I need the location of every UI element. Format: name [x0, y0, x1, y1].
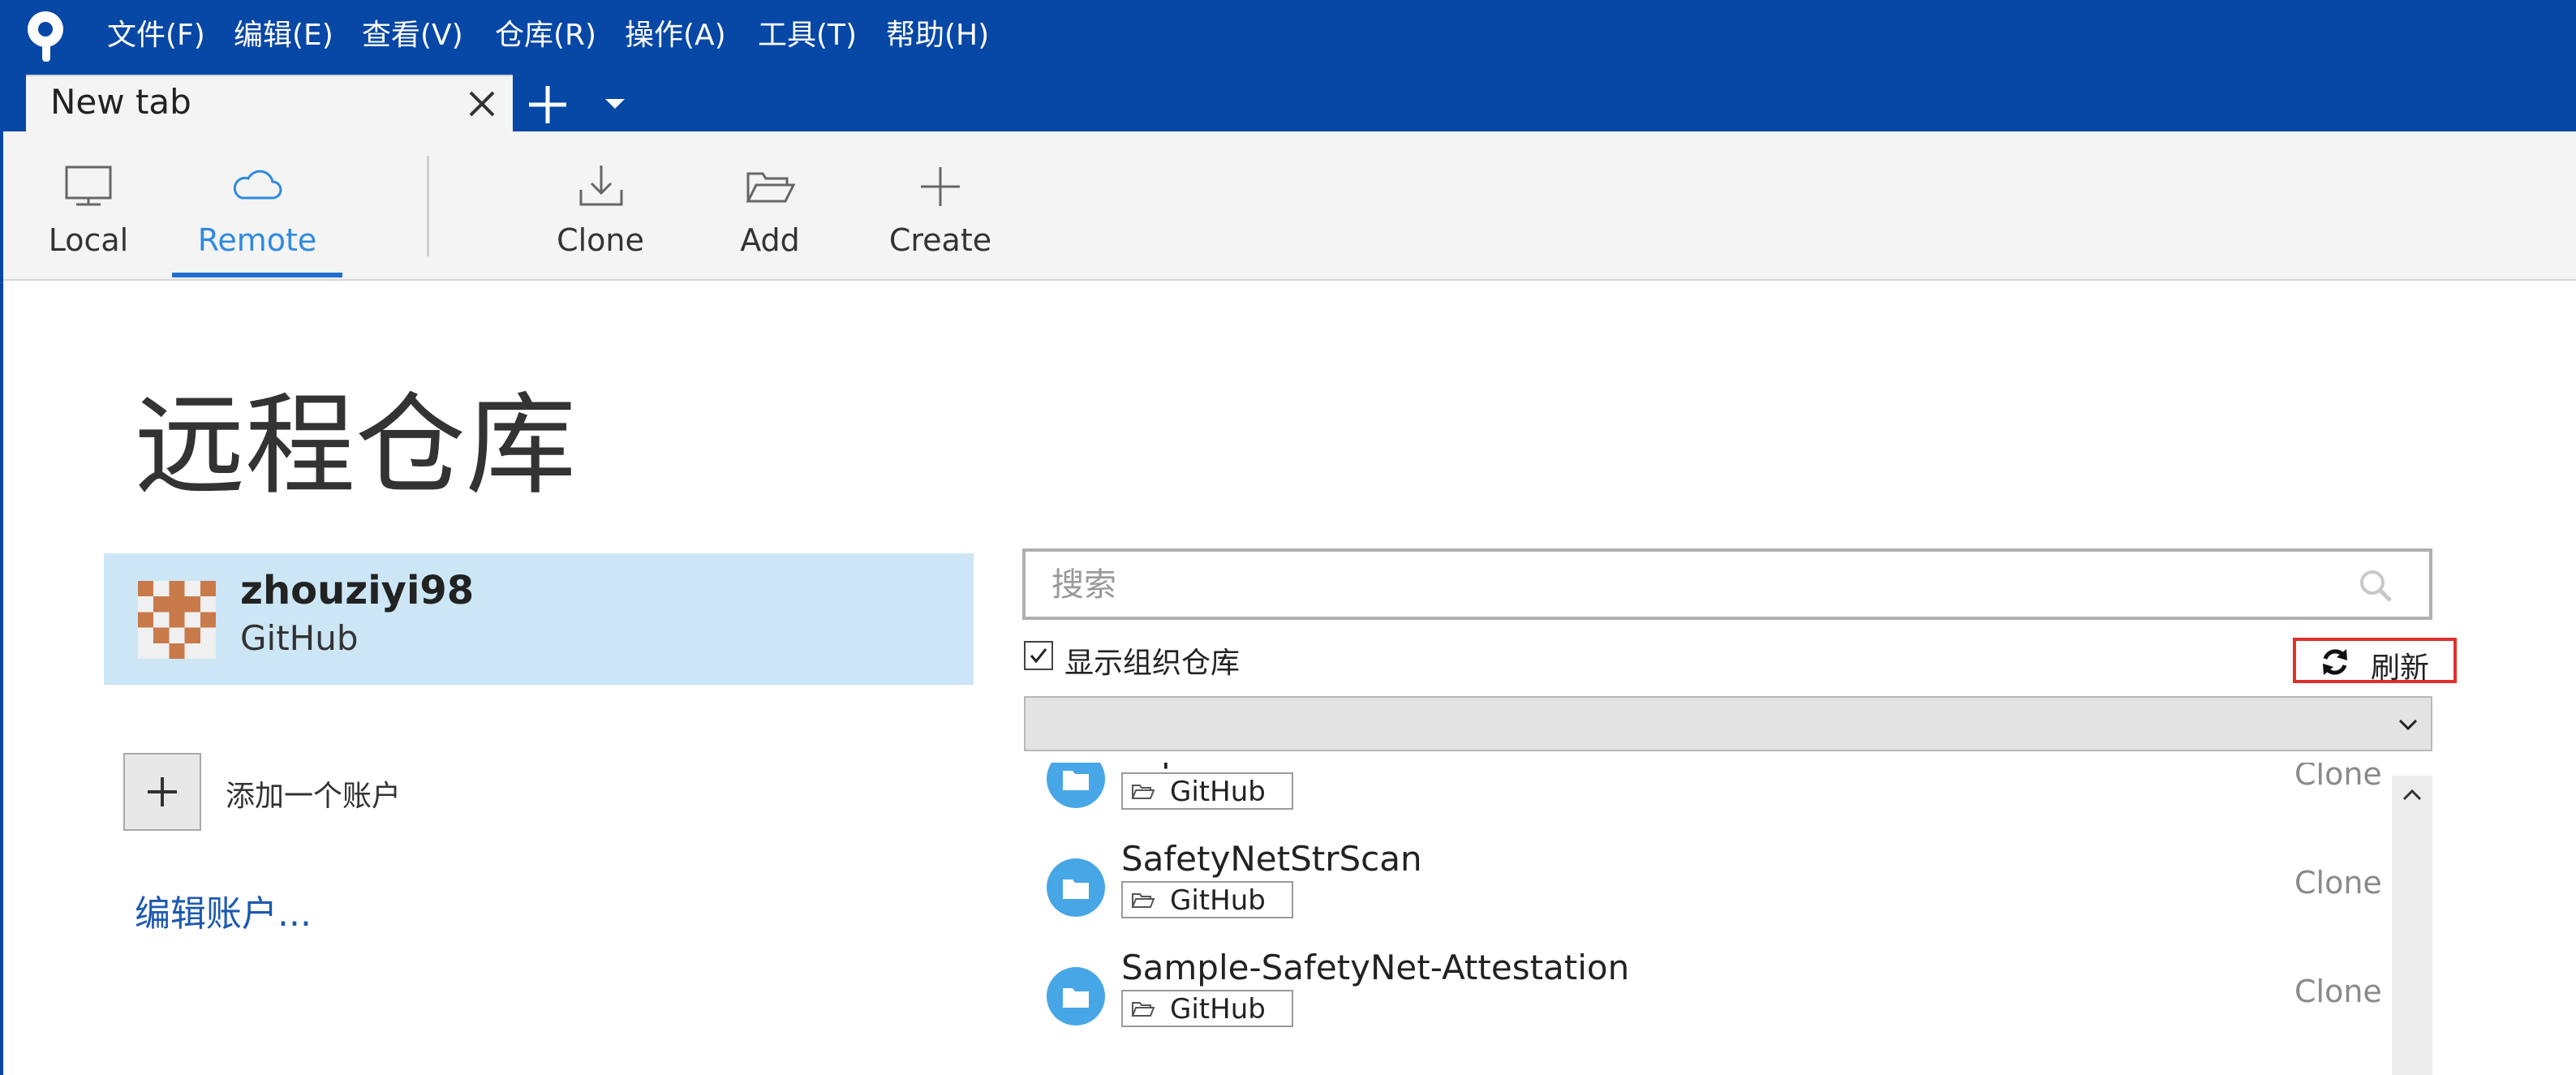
repo-host-badge: GitHub — [1121, 772, 1293, 810]
remote-label: Remote — [197, 222, 317, 258]
refresh-label: 刷新 — [2371, 651, 2430, 685]
page-title: 远程仓库 — [135, 382, 576, 510]
menu-view[interactable]: 查看(V) — [362, 15, 463, 57]
local-label: Local — [48, 222, 129, 258]
folder-icon — [1131, 785, 1155, 799]
repo-host-label: GitHub — [1170, 776, 1266, 808]
add-label: Add — [740, 222, 800, 258]
add-button[interactable]: Add — [717, 131, 823, 279]
add-account-button[interactable] — [123, 753, 201, 831]
list-item[interactable]: SafetyNetStrScan GitHub Clone — [1024, 831, 2387, 940]
toolbar: Local Remote Clone Add Create — [3, 131, 2576, 281]
menu-edit[interactable]: 编辑(E) — [234, 15, 333, 57]
account-card[interactable]: zhouziyi98 GitHub — [104, 553, 974, 685]
search-input[interactable] — [1050, 557, 2319, 613]
clone-label: Clone — [557, 222, 644, 258]
toolbar-separator — [427, 156, 429, 256]
monitor-icon — [65, 166, 112, 206]
plus-icon[interactable] — [524, 81, 571, 128]
repo-name: SafetyNetStrScan — [1121, 839, 1422, 879]
list-item[interactable]: PaperNotes GitHub Clone — [1024, 763, 2387, 831]
title-bar: 文件(F) 编辑(E) 查看(V) 仓库(R) 操作(A) 工具(T) 帮助(H… — [0, 0, 2576, 131]
menu-repository[interactable]: 仓库(R) — [495, 15, 596, 57]
repo-name: PaperNotes — [1121, 763, 1316, 770]
repo-folder-icon — [1047, 763, 1105, 808]
refresh-icon — [2323, 649, 2347, 675]
show-org-label[interactable]: 显示组织仓库 — [1064, 639, 1240, 682]
list-item[interactable]: Sample-SafetyNet-Attestation GitHub Clon… — [1024, 940, 2387, 1048]
repository-list: PaperNotes GitHub Clone SafetyNetStrScan… — [1024, 763, 2432, 1075]
refresh-button[interactable]: 刷新 — [2293, 638, 2457, 685]
repo-name: Sample-SafetyNet-Attestation — [1121, 948, 1630, 987]
chevron-down-icon — [2398, 719, 2418, 731]
folder-icon — [1131, 893, 1155, 908]
chevron-up-icon[interactable] — [2402, 787, 2423, 803]
search-box — [1022, 548, 2432, 620]
menu-help[interactable]: 帮助(H) — [886, 15, 989, 57]
create-label: Create — [888, 222, 992, 258]
repo-host-badge: GitHub — [1121, 990, 1293, 1027]
download-icon — [579, 166, 623, 206]
edit-accounts-link[interactable]: 编辑账户... — [135, 884, 312, 936]
repo-clone-button[interactable]: Clone — [2294, 974, 2382, 1009]
tab-title: New tab — [50, 82, 191, 122]
local-button[interactable]: Local — [36, 131, 141, 279]
checkmark-icon — [1030, 648, 1047, 664]
scrollbar[interactable] — [2392, 776, 2432, 1075]
avatar — [138, 581, 216, 659]
selected-indicator — [172, 273, 342, 277]
menu-file[interactable]: 文件(F) — [107, 15, 205, 57]
repo-host-label: GitHub — [1170, 993, 1266, 1026]
show-org-checkbox[interactable] — [1024, 641, 1053, 670]
cloud-icon — [233, 170, 282, 200]
menu-actions[interactable]: 操作(A) — [625, 15, 726, 57]
repo-clone-button[interactable]: Clone — [2294, 763, 2382, 792]
sourcetree-logo-icon — [28, 11, 63, 62]
folder-icon — [1131, 1002, 1155, 1017]
add-account-label[interactable]: 添加一个账户 — [226, 772, 401, 815]
repo-host-badge: GitHub — [1121, 881, 1293, 918]
search-icon[interactable] — [2356, 566, 2395, 605]
tab-new-tab[interactable]: New tab — [26, 75, 513, 131]
repo-folder-icon — [1047, 967, 1105, 1026]
open-folder-icon — [746, 172, 796, 203]
close-icon[interactable] — [466, 88, 498, 120]
repo-folder-icon — [1047, 858, 1105, 917]
menu-tools[interactable]: 工具(T) — [758, 15, 857, 57]
remote-button[interactable]: Remote — [172, 131, 342, 279]
account-username: zhouziyi98 — [240, 568, 475, 613]
create-button[interactable]: Create — [879, 131, 1001, 279]
clone-button[interactable]: Clone — [544, 131, 657, 279]
repo-clone-button[interactable]: Clone — [2294, 865, 2382, 901]
account-service: GitHub — [240, 618, 359, 658]
plus-icon — [921, 167, 960, 206]
repo-host-label: GitHub — [1170, 884, 1266, 917]
caret-down-icon[interactable] — [600, 91, 630, 115]
plus-icon — [148, 777, 177, 806]
filter-dropdown[interactable] — [1024, 696, 2432, 751]
